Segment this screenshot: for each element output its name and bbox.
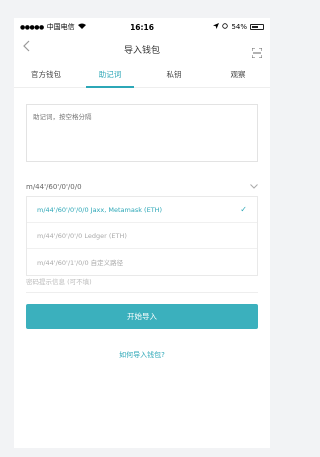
alarm-icon [222, 23, 229, 31]
mnemonic-input[interactable] [33, 111, 251, 155]
nav-bar: 导入钱包 [14, 36, 270, 62]
status-right: 54% [213, 23, 264, 31]
battery-percent: 54% [231, 23, 247, 31]
path-option-custom[interactable]: m/44'/60'/1'/0/0 自定义路径 [27, 249, 257, 275]
tab-private-key[interactable]: 私钥 [142, 62, 206, 87]
scan-icon[interactable] [251, 43, 263, 59]
page-title: 导入钱包 [123, 45, 160, 56]
chevron-down-icon[interactable] [250, 183, 258, 191]
check-icon: ✓ [240, 205, 247, 214]
tab-watch[interactable]: 观察 [206, 62, 270, 87]
battery-icon [250, 24, 264, 30]
path-options: m/44'/60'/0'/0/0 Jaxx, Metamask (ETH) ✓ … [26, 196, 258, 276]
tab-mnemonic[interactable]: 助记词 [78, 62, 142, 88]
path-option-label: m/44'/60'/0'/0/0 Jaxx, Metamask (ETH) [37, 205, 163, 214]
path-option-ledger[interactable]: m/44'/60'/0'/0 Ledger (ETH) [27, 223, 257, 249]
path-current: m/44'/60'/0'/0/0 [26, 183, 82, 191]
tab-official-wallet[interactable]: 官方钱包 [14, 62, 78, 87]
phone-screen: ●●●●● 中国电信 16:16 54% 导入钱包 官方钱包 助记词 私钥 观察… [14, 18, 270, 448]
status-bar: ●●●●● 中国电信 16:16 54% [14, 18, 270, 36]
status-left: ●●●●● 中国电信 [20, 22, 213, 32]
back-icon[interactable] [22, 40, 30, 56]
mnemonic-box [26, 104, 258, 162]
how-to-import-link[interactable]: 如何导入钱包? [14, 350, 270, 360]
path-option-jaxx[interactable]: m/44'/60'/0'/0/0 Jaxx, Metamask (ETH) ✓ [27, 197, 257, 223]
password-hint-field[interactable]: 密码提示信息 (可不填) [26, 276, 258, 293]
carrier-label: 中国电信 [46, 23, 75, 31]
path-selector[interactable]: m/44'/60'/0'/0/0 [26, 180, 258, 194]
path-option-label: m/44'/60'/1'/0/0 自定义路径 [37, 259, 124, 267]
tab-bar: 官方钱包 助记词 私钥 观察 [14, 62, 270, 88]
path-option-label: m/44'/60'/0'/0 Ledger (ETH) [37, 231, 127, 240]
start-import-button[interactable]: 开始导入 [26, 304, 258, 329]
location-icon [213, 23, 220, 31]
signal-icon: ●●●●● [20, 23, 44, 31]
wifi-icon [77, 23, 86, 31]
